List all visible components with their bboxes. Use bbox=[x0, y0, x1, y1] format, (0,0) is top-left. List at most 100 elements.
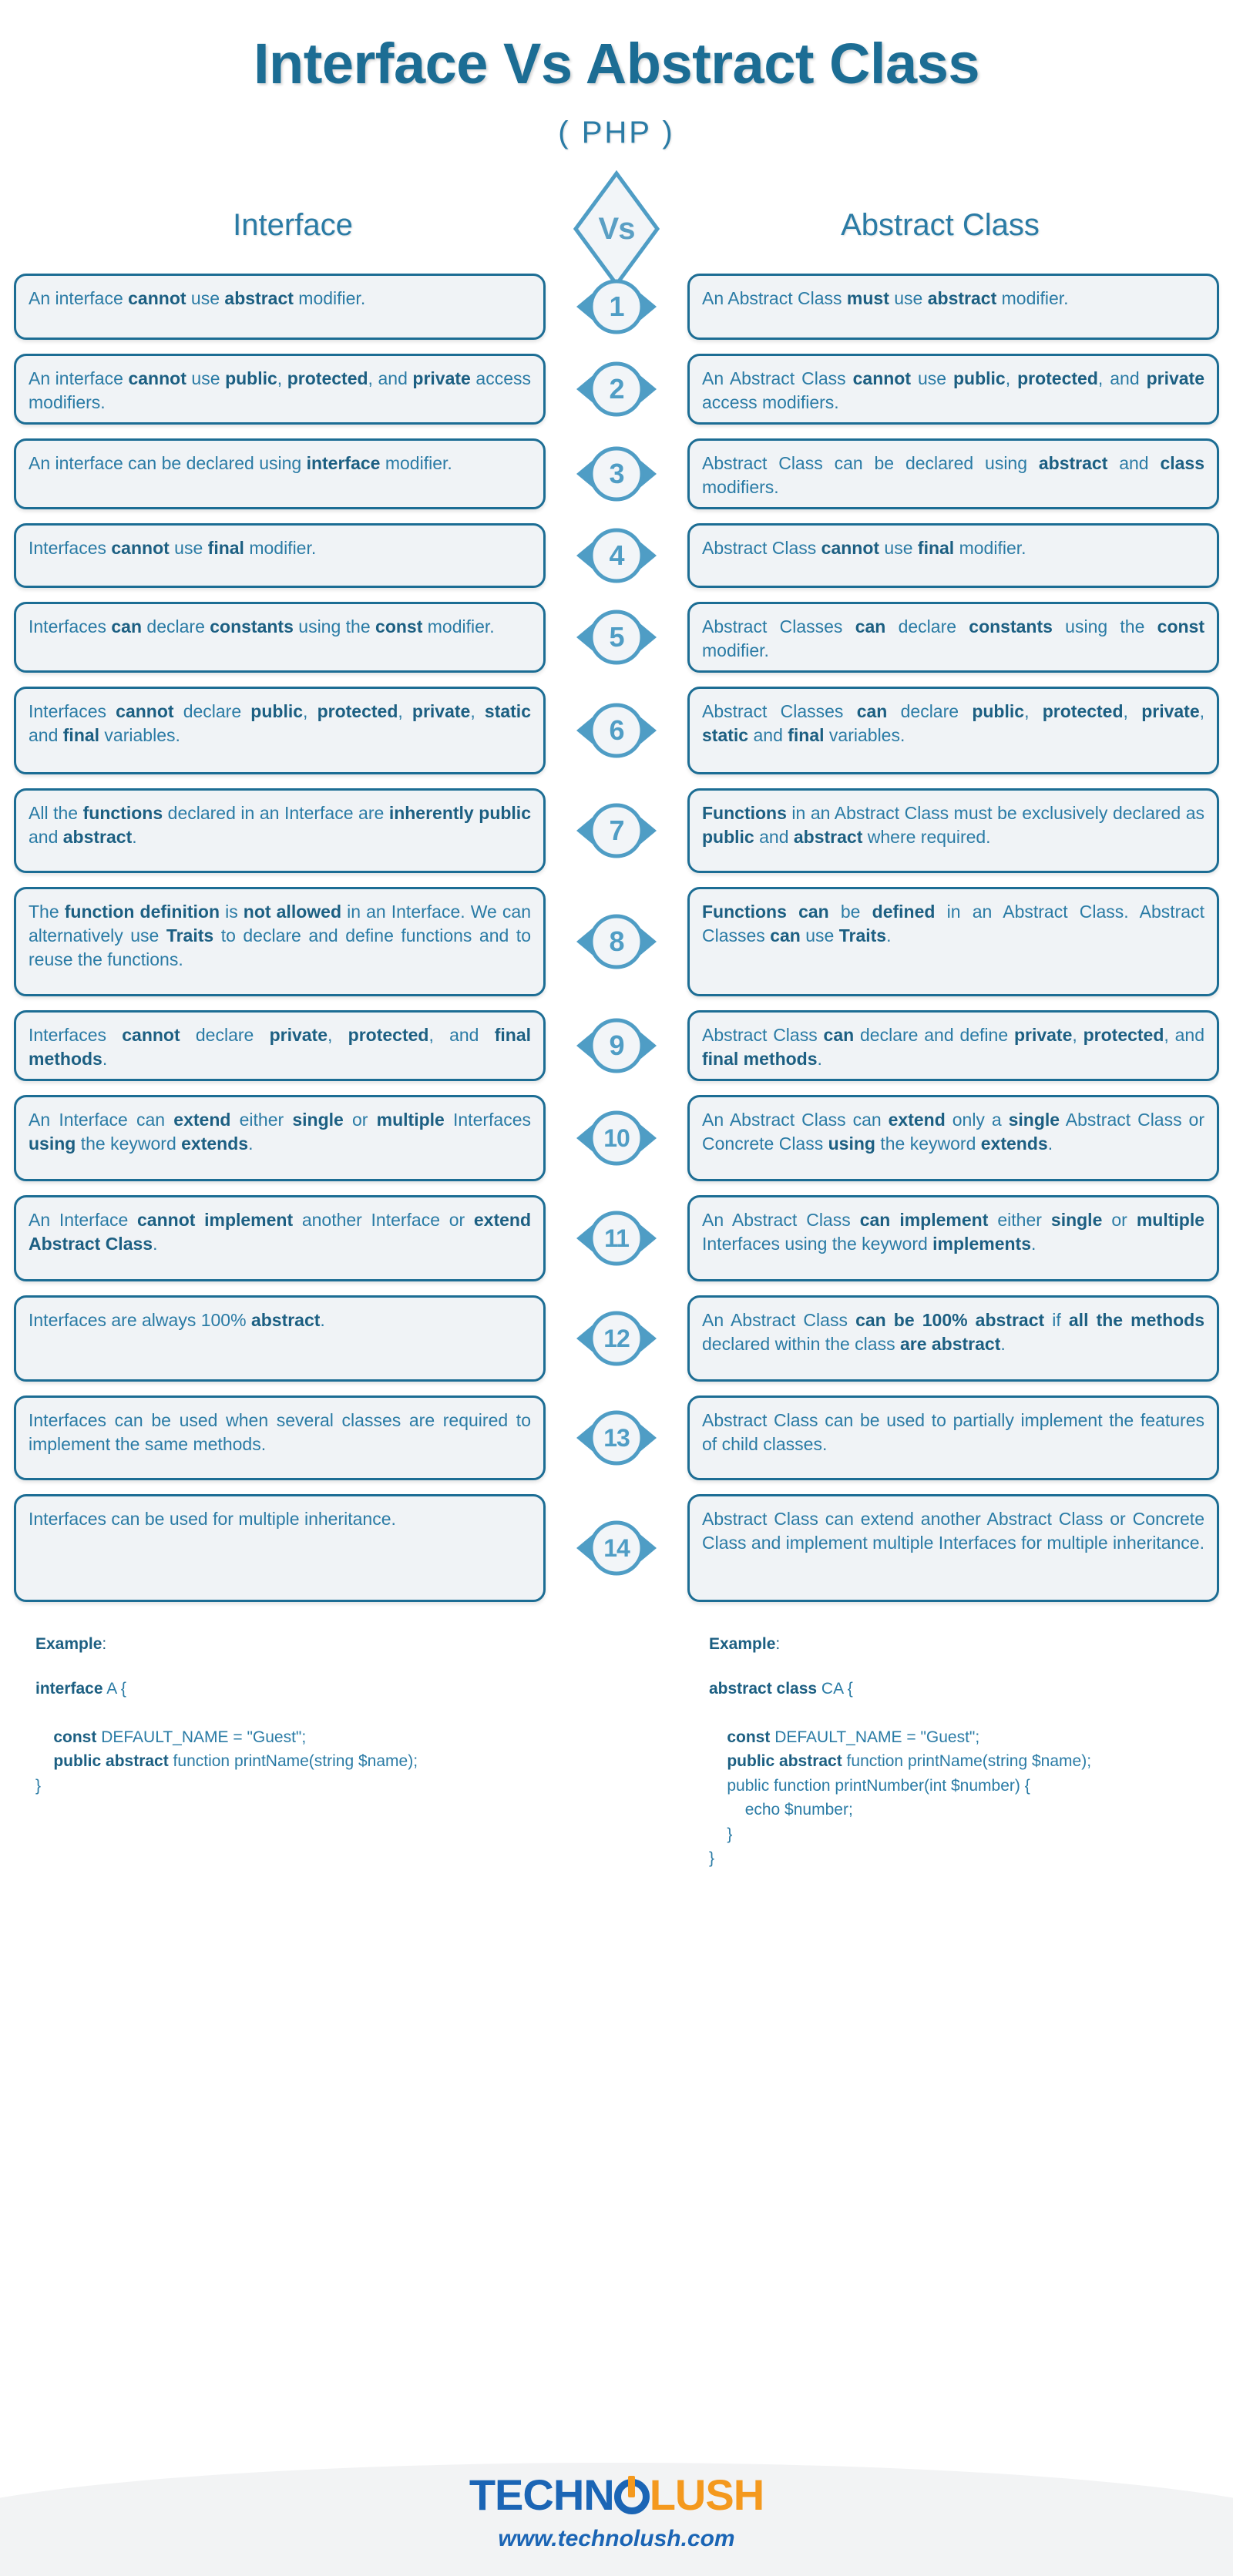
interface-statement-box: Interfaces cannot declare private, prote… bbox=[14, 1010, 546, 1082]
comparison-row: An interface can be declared using inter… bbox=[0, 438, 1233, 510]
interface-statement-text: An interface cannot use public, protecte… bbox=[29, 368, 531, 413]
abstract-class-statement-box: Abstract Classes can declare public, pro… bbox=[687, 687, 1219, 775]
abstract-class-statement-text: Abstract Class can extend another Abstra… bbox=[702, 1509, 1204, 1553]
vs-diamond: Vs bbox=[571, 170, 662, 287]
examples-section: Example: interface A { const DEFAULT_NAM… bbox=[0, 1616, 1233, 1870]
comparison-number: 10 bbox=[603, 1123, 630, 1152]
interface-statement-box: Interfaces are always 100% abstract. bbox=[14, 1295, 546, 1382]
example-abstract-class: Example: abstract class CA { const DEFAU… bbox=[687, 1633, 1219, 1870]
page-footer: TECHN LUSH www.technolush.com bbox=[0, 2441, 1233, 2576]
example-label-left-text: Example bbox=[35, 1635, 102, 1654]
abstract-class-statement-text: Abstract Class can be used to partially … bbox=[702, 1410, 1204, 1455]
interface-statement-text: Interfaces cannot declare private, prote… bbox=[29, 1025, 531, 1070]
comparison-number: 4 bbox=[609, 539, 624, 572]
abstract-class-statement-box: An Abstract Class can extend only a sing… bbox=[687, 1095, 1219, 1182]
comparison-number: 6 bbox=[609, 714, 624, 747]
interface-statement-text: Interfaces are always 100% abstract. bbox=[29, 1310, 325, 1331]
interface-statement-box: An Interface can extend either single or… bbox=[14, 1095, 546, 1182]
abstract-class-statement-box: An Abstract Class cannot use public, pro… bbox=[687, 354, 1219, 425]
abstract-class-statement-text: Abstract Class cannot use final modifier… bbox=[702, 538, 1026, 559]
interface-statement-text: Interfaces can be used for multiple inhe… bbox=[29, 1509, 396, 1530]
comparison-number-badge: 11 bbox=[575, 1206, 658, 1271]
interface-statement-text: Interfaces can declare constants using t… bbox=[29, 616, 495, 637]
example-label-left-colon: : bbox=[102, 1635, 107, 1654]
comparison-row: All the functions declared in an Interfa… bbox=[0, 788, 1233, 874]
example-interface: Example: interface A { const DEFAULT_NAM… bbox=[14, 1633, 546, 1870]
comparison-row: The function definition is not allowed i… bbox=[0, 887, 1233, 997]
interface-statement-text: An Interface cannot implement another In… bbox=[29, 1210, 531, 1254]
comparison-number-badge: 7 bbox=[575, 798, 658, 863]
example-code-abstract-class: abstract class CA { const DEFAULT_NAME =… bbox=[709, 1679, 1092, 1868]
example-label-left: Example: bbox=[35, 1633, 546, 1656]
comparison-row: Interfaces can declare constants using t… bbox=[0, 602, 1233, 673]
abstract-class-statement-text: Functions can be defined in an Abstract … bbox=[702, 902, 1204, 946]
comparison-number-badge: 4 bbox=[575, 523, 658, 588]
brand-logo[interactable]: TECHN LUSH bbox=[469, 2474, 764, 2517]
abstract-class-statement-box: Functions can be defined in an Abstract … bbox=[687, 887, 1219, 997]
comparison-row: Interfaces are always 100% abstract. 12 An… bbox=[0, 1295, 1233, 1382]
abstract-class-statement-box: Abstract Class can declare and define pr… bbox=[687, 1010, 1219, 1082]
abstract-class-statement-box: Abstract Class can be used to partially … bbox=[687, 1395, 1219, 1481]
interface-statement-text: The function definition is not allowed i… bbox=[29, 902, 531, 970]
comparison-number-badge: 12 bbox=[575, 1306, 658, 1371]
example-label-right: Example: bbox=[709, 1633, 1219, 1656]
comparison-number: 12 bbox=[603, 1324, 630, 1352]
abstract-class-statement-text: An Abstract Class can be 100% abstract i… bbox=[702, 1310, 1205, 1355]
comparison-number-badge: 13 bbox=[575, 1406, 658, 1470]
abstract-class-statement-text: Abstract Class can be declared using abs… bbox=[702, 453, 1205, 498]
column-headings: Interface Vs Abstract Class bbox=[0, 170, 1233, 287]
vs-label: Vs bbox=[598, 211, 636, 246]
comparison-row: An Interface can extend either single or… bbox=[0, 1095, 1233, 1182]
comparison-number: 7 bbox=[609, 814, 624, 847]
abstract-class-statement-text: An Abstract Class cannot use public, pro… bbox=[702, 368, 1205, 413]
comparison-number-badge: 10 bbox=[575, 1106, 658, 1170]
interface-statement-text: Interfaces can be used when several clas… bbox=[29, 1410, 531, 1455]
site-url[interactable]: www.technolush.com bbox=[0, 2526, 1233, 2552]
interface-statement-box: Interfaces cannot declare public, protec… bbox=[14, 687, 546, 775]
abstract-class-statement-box: Abstract Class can be declared using abs… bbox=[687, 438, 1219, 510]
comparison-number-badge: 5 bbox=[575, 605, 658, 670]
page-title: Interface Vs Abstract Class bbox=[253, 32, 980, 96]
abstract-class-statement-text: Abstract Class can declare and define pr… bbox=[702, 1025, 1204, 1070]
comparison-number-badge: 9 bbox=[575, 1013, 658, 1078]
comparison-number-badge: 1 bbox=[575, 274, 658, 339]
comparison-number-badge: 6 bbox=[575, 698, 658, 763]
comparison-row: An Interface cannot implement another In… bbox=[0, 1195, 1233, 1282]
abstract-class-statement-box: An Abstract Class can implement either s… bbox=[687, 1195, 1219, 1282]
interface-statement-box: An interface can be declared using inter… bbox=[14, 438, 546, 510]
abstract-class-statement-text: Functions in an Abstract Class must be e… bbox=[702, 803, 1204, 848]
comparison-number: 5 bbox=[609, 621, 624, 653]
interface-statement-box: Interfaces cannot use final modifier. bbox=[14, 523, 546, 589]
interface-statement-text: All the functions declared in an Interfa… bbox=[29, 803, 531, 848]
comparison-row: An interface cannot use abstract modifie… bbox=[0, 274, 1233, 340]
abstract-class-statement-text: Abstract Classes can declare public, pro… bbox=[702, 701, 1205, 746]
abstract-class-statement-text: Abstract Classes can declare constants u… bbox=[702, 616, 1204, 661]
comparison-number: 2 bbox=[609, 373, 624, 405]
comparison-row: Interfaces cannot use final modifier. 4 Ab… bbox=[0, 523, 1233, 589]
comparison-row: Interfaces cannot declare private, prote… bbox=[0, 1010, 1233, 1082]
column-heading-interface: Interface bbox=[233, 207, 353, 242]
abstract-class-statement-text: An Abstract Class can implement either s… bbox=[702, 1210, 1204, 1254]
interface-statement-text: Interfaces cannot use final modifier. bbox=[29, 538, 317, 559]
page-header: Interface Vs Abstract Class ( PHP ) bbox=[0, 0, 1233, 150]
comparison-row: Interfaces can be used for multiple inhe… bbox=[0, 1494, 1233, 1603]
comparison-rows: An interface cannot use abstract modifie… bbox=[0, 274, 1233, 1603]
example-label-right-colon: : bbox=[775, 1635, 781, 1654]
comparison-number: 1 bbox=[609, 291, 624, 322]
comparison-number: 13 bbox=[603, 1423, 630, 1452]
comparison-number: 8 bbox=[609, 925, 624, 958]
comparison-number: 11 bbox=[604, 1224, 630, 1252]
comparison-number: 14 bbox=[603, 1533, 630, 1562]
comparison-number: 3 bbox=[609, 458, 624, 490]
interface-statement-box: The function definition is not allowed i… bbox=[14, 887, 546, 997]
interface-statement-box: An Interface cannot implement another In… bbox=[14, 1195, 546, 1282]
comparison-number-badge: 14 bbox=[575, 1516, 658, 1580]
interface-statement-box: An interface cannot use public, protecte… bbox=[14, 354, 546, 425]
example-code-interface: interface A { const DEFAULT_NAME = "Gues… bbox=[35, 1679, 418, 1795]
page-subtitle: ( PHP ) bbox=[558, 116, 675, 149]
abstract-class-statement-box: Abstract Class cannot use final modifier… bbox=[687, 523, 1219, 589]
comparison-row: Interfaces cannot declare public, protec… bbox=[0, 687, 1233, 775]
example-label-right-text: Example bbox=[709, 1635, 776, 1654]
abstract-class-statement-box: Abstract Class can extend another Abstra… bbox=[687, 1494, 1219, 1603]
power-icon bbox=[613, 2476, 650, 2514]
